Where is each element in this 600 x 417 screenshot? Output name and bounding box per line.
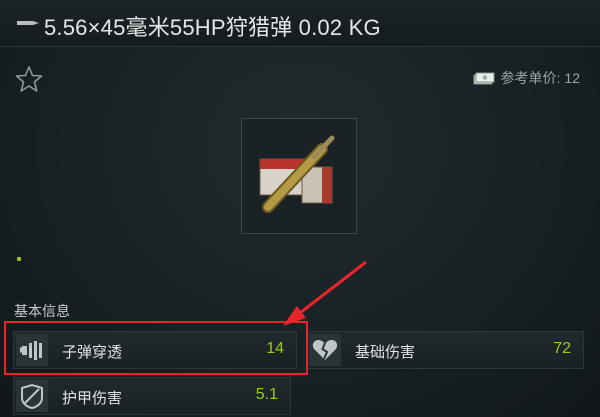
stat-base-damage: 基础伤害 72 [306,331,584,369]
price-value: 12 [564,70,580,86]
star-icon[interactable] [14,64,44,94]
title-bar: 5.56×45毫米55HP狩猎弹 0.02 KG [0,0,600,47]
money-icon [473,72,495,85]
stat-value: 5.1 [255,386,278,403]
item-image-frame [241,118,357,234]
stat-value: 72 [553,340,571,357]
ammo-icon [17,21,39,25]
item-title: 5.56×45毫米55HP狩猎弹 0.02 KG [44,15,381,40]
ammo-box-icon [259,135,335,213]
stat-armor-damage: 护甲伤害 5.1 [13,377,291,415]
armor-damage-icon [16,380,48,412]
stat-label: 护甲伤害 [62,390,123,407]
indicator-dot [17,257,21,261]
reference-price: 参考单价: 12 [473,68,580,88]
stat-label: 基础伤害 [355,344,416,361]
section-label: 基本信息 [14,303,70,319]
broken-heart-icon [309,334,341,366]
item-inspect-panel: 5.56×45毫米55HP狩猎弹 0.02 KG 参考单价: 12 基本信息 子… [0,0,600,417]
highlight-box [4,321,308,375]
price-label: 参考单价: [500,70,561,86]
